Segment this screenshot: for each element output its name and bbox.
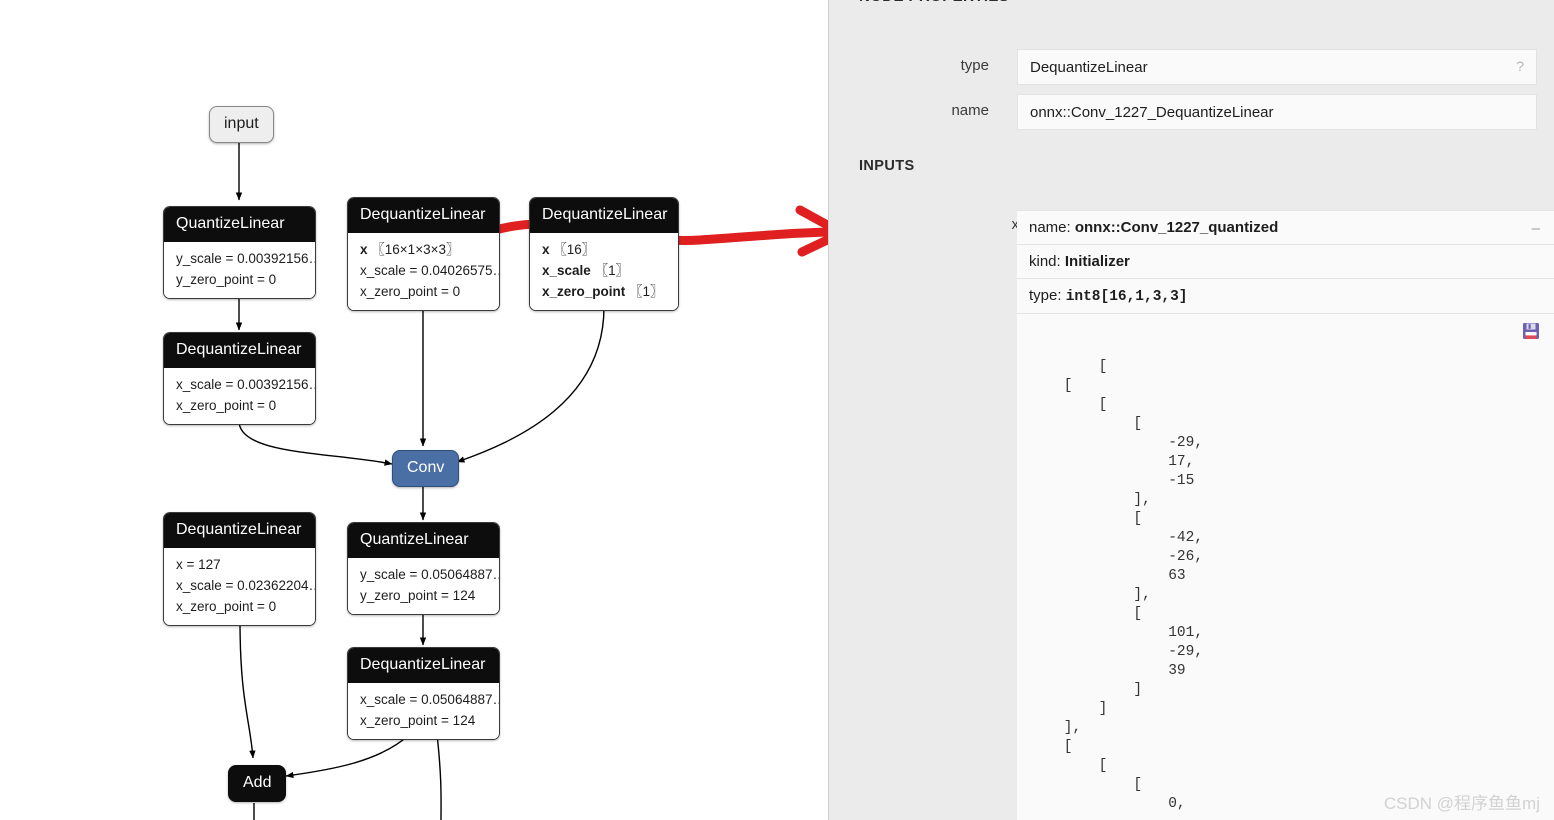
csdn-watermark: CSDN @程序鱼鱼mj bbox=[1383, 794, 1540, 813]
node-attr: x 〖16×1×3×3〗 bbox=[360, 239, 487, 260]
graph-node-dequantize-1[interactable]: DequantizeLinear x_scale = 0.00392156… x… bbox=[163, 332, 316, 425]
node-title: DequantizeLinear bbox=[530, 198, 678, 233]
graph-node-input[interactable]: input bbox=[209, 106, 274, 143]
argument-kind-value: Initializer bbox=[1064, 253, 1130, 270]
argument-name-row[interactable]: name: onnx::Conv_1227_quantized – bbox=[1017, 211, 1554, 245]
attr-key: x bbox=[360, 242, 368, 257]
graph-node-quantize-2[interactable]: QuantizeLinear y_scale = 0.05064887… y_z… bbox=[347, 522, 500, 615]
graph-node-conv[interactable]: Conv bbox=[392, 450, 460, 487]
argument-type-key: type: bbox=[1029, 287, 1066, 304]
property-row-name: name onnx::Conv_1227_DequantizeLinear bbox=[829, 94, 1554, 130]
collapse-icon[interactable]: – bbox=[1532, 220, 1540, 237]
node-attributes: x_scale = 0.00392156… x_zero_point = 0 bbox=[164, 368, 315, 424]
node-title: QuantizeLinear bbox=[348, 523, 499, 558]
attr-shape: 〖16×1×3×3〗 bbox=[371, 242, 460, 257]
graph-node-dequantize-bias[interactable]: DequantizeLinear x 〖16〗 x_scale 〖1〗 x_ze… bbox=[529, 197, 679, 311]
node-attr: y_zero_point = 0 bbox=[176, 272, 277, 287]
node-attributes: x 〖16×1×3×3〗 x_scale = 0.04026575… x_zer… bbox=[348, 233, 499, 310]
property-row-type: type DequantizeLinear ? bbox=[829, 49, 1554, 85]
node-title: DequantizeLinear bbox=[348, 648, 499, 683]
property-value-text: onnx::Conv_1227_DequantizeLinear bbox=[1030, 103, 1274, 121]
node-attr: x_scale = 0.00392156… bbox=[176, 377, 316, 392]
node-attr: x_zero_point 〖1〗 bbox=[542, 281, 666, 302]
node-attr: x = 127 bbox=[176, 557, 221, 572]
property-label: type bbox=[960, 57, 989, 74]
node-attributes: y_scale = 0.00392156… y_zero_point = 0 bbox=[164, 242, 315, 298]
argument-type-row: type: int8[16,1,3,3] bbox=[1017, 279, 1554, 314]
node-attr: x 〖16〗 bbox=[542, 239, 666, 260]
argument-type-value: int8[16,1,3,3] bbox=[1065, 289, 1188, 305]
node-title: DequantizeLinear bbox=[348, 198, 499, 233]
attr-key: x_zero_point bbox=[542, 284, 626, 299]
node-attributes: x 〖16〗 x_scale 〖1〗 x_zero_point 〖1〗 bbox=[530, 233, 678, 310]
help-icon[interactable]: ? bbox=[1516, 58, 1524, 74]
node-attr: x_scale 〖1〗 bbox=[542, 260, 666, 281]
argument-name-key: name: bbox=[1029, 219, 1075, 236]
node-title: QuantizeLinear bbox=[164, 207, 315, 242]
tensor-text: [ [ [ [ -29, 17, -15 ], [ -42, -26, 63 ]… bbox=[1063, 359, 1204, 812]
node-attr: x_zero_point = 0 bbox=[176, 599, 277, 614]
node-attr: x_zero_point = 0 bbox=[176, 398, 277, 413]
property-value-name[interactable]: onnx::Conv_1227_DequantizeLinear bbox=[1017, 94, 1537, 130]
close-icon[interactable]: ✕✕ bbox=[1510, 0, 1536, 5]
inputs-section-title: INPUTS bbox=[859, 158, 915, 174]
argument-kind-row: kind: Initializer bbox=[1017, 245, 1554, 279]
node-properties-panel: NODE PROPERTIES ✕✕ type DequantizeLinear… bbox=[828, 0, 1554, 820]
save-floppy-icon[interactable] bbox=[1522, 322, 1540, 340]
node-attr: x_scale = 0.05064887… bbox=[360, 692, 500, 707]
property-value-type[interactable]: DequantizeLinear ? bbox=[1017, 49, 1537, 85]
node-attr: y_scale = 0.05064887… bbox=[360, 567, 500, 582]
argument-kind-key: kind: bbox=[1029, 253, 1065, 270]
node-attr: y_zero_point = 124 bbox=[360, 588, 476, 603]
node-attr: x_zero_point = 0 bbox=[360, 284, 461, 299]
graph-node-dequantize-weights[interactable]: DequantizeLinear x 〖16×1×3×3〗 x_scale = … bbox=[347, 197, 500, 311]
property-value-text: DequantizeLinear bbox=[1030, 58, 1148, 76]
attr-shape: 〖16〗 bbox=[553, 242, 596, 257]
node-attr: y_scale = 0.00392156… bbox=[176, 251, 316, 266]
property-label: name bbox=[951, 102, 989, 119]
graph-node-dequantize-residual[interactable]: DequantizeLinear x = 127 x_scale = 0.023… bbox=[163, 512, 316, 626]
graph-node-quantize-1[interactable]: QuantizeLinear y_scale = 0.00392156… y_z… bbox=[163, 206, 316, 299]
attr-key: x_scale bbox=[542, 263, 591, 278]
node-attr: x_scale = 0.02362204… bbox=[176, 578, 316, 593]
attr-shape: 〖1〗 bbox=[629, 284, 664, 299]
attr-key: x bbox=[542, 242, 550, 257]
attr-shape: 〖1〗 bbox=[594, 263, 630, 278]
argument-card: name: onnx::Conv_1227_quantized – kind: … bbox=[1017, 210, 1554, 820]
argument-slot-label: x bbox=[1011, 216, 1020, 233]
node-attributes: x_scale = 0.05064887… x_zero_point = 124 bbox=[348, 683, 499, 739]
graph-node-dequantize-2[interactable]: DequantizeLinear x_scale = 0.05064887… x… bbox=[347, 647, 500, 740]
argument-name-value: onnx::Conv_1227_quantized bbox=[1074, 219, 1279, 236]
node-attributes: y_scale = 0.05064887… y_zero_point = 124 bbox=[348, 558, 499, 614]
graph-canvas[interactable]: input QuantizeLinear y_scale = 0.0039215… bbox=[0, 0, 828, 820]
panel-title: NODE PROPERTIES bbox=[859, 0, 1009, 5]
node-attr: x_scale = 0.04026575… bbox=[360, 263, 500, 278]
node-title: DequantizeLinear bbox=[164, 513, 315, 548]
node-attributes: x = 127 x_scale = 0.02362204… x_zero_poi… bbox=[164, 548, 315, 625]
graph-node-add[interactable]: Add bbox=[228, 765, 287, 802]
node-attr: x_zero_point = 124 bbox=[360, 713, 476, 728]
node-title: DequantizeLinear bbox=[164, 333, 315, 368]
tensor-value-block[interactable]: [ [ [ [ -29, 17, -15 ], [ -42, -26, 63 ]… bbox=[1017, 314, 1554, 814]
